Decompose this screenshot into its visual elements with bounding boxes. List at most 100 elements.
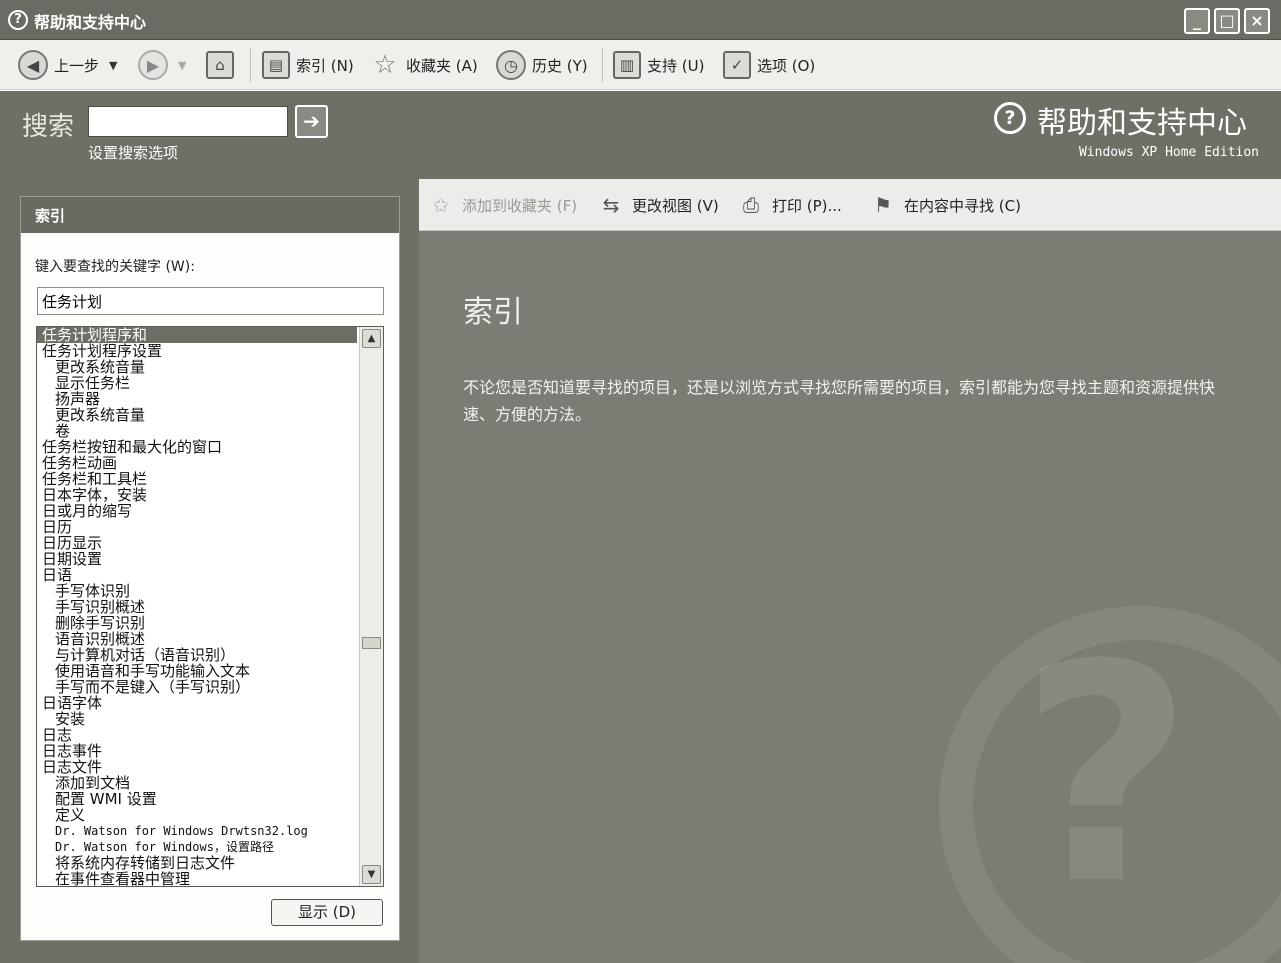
find-in-content-button[interactable]: ⚑ 在内容中寻找 (C) [869,189,1021,221]
search-header: 搜索 ➔ 设置搜索选项 ? 帮助和支持中心 Windows XP Home Ed… [0,91,1281,179]
index-list-item[interactable]: 日历显示 [37,535,357,551]
back-label: 上一步 [54,56,100,75]
index-list-item[interactable]: 手写而不是键入（手写识别） [37,679,357,695]
search-input[interactable] [88,106,288,137]
index-list-item[interactable]: Dr. Watson for Windows，设置路径 [37,839,357,855]
history-button[interactable]: ◷ 历史 (Y) [496,49,588,81]
index-pane-title: 索引 [21,197,399,233]
support-label: 支持 (U) [647,56,705,75]
favorites-button[interactable]: ☆ 收藏夹 (A) [370,49,478,81]
index-list-item[interactable]: 卷 [37,423,357,439]
back-button[interactable]: ◀ 上一步 ▼ [18,49,117,81]
title-bar: ? 帮助和支持中心 _ □ × [0,0,1281,40]
content-area: ? 索引 不论您是否知道要寻找的项目，还是以浏览方式寻找您所需要的项目，索引都能… [419,231,1281,963]
maximize-button[interactable]: □ [1214,8,1240,34]
search-options-link[interactable]: 设置搜索选项 [88,142,178,163]
brand-subtitle: Windows XP Home Edition [1078,145,1259,160]
index-list-item[interactable]: Dr. Watson for Windows Drwtsn32.log [37,823,357,839]
index-list-item[interactable]: 日志事件 [37,743,357,759]
index-scrollbar[interactable]: ▲ ▼ [359,327,383,886]
scroll-thumb[interactable] [362,637,381,649]
index-list-item[interactable]: 配置 WMI 设置 [37,791,357,807]
index-list-items: 任务计划程序和 任务计划程序设置 更改系统音量 显示任务栏 扬声器 更改系统音量卷任务栏按… [37,327,357,886]
index-list-item[interactable]: 手写体识别 [37,583,357,599]
index-list-item[interactable]: 使用语音和手写功能输入文本 [37,663,357,679]
index-list-item[interactable]: 任务计划程序设置 [37,343,357,359]
index-list-item[interactable]: 任务栏动画 [37,455,357,471]
index-list-item[interactable]: 删除手写识别 [37,615,357,631]
help-icon: ? [8,10,28,30]
back-dropdown-icon[interactable]: ▼ [109,59,117,72]
index-list-item[interactable]: 扬声器 [37,391,357,407]
index-pane: 索引 键入要查找的关键字 (W): 任务计划程序和任务计划程序设置更改系统音量显… [20,196,400,941]
search-go-button[interactable]: ➔ [295,105,328,138]
add-to-favorites-button[interactable]: ✩ 添加到收藏夹 (F) [427,189,578,221]
forward-arrow-icon: ▶ [138,50,168,80]
support-button[interactable]: ▥ 支持 (U) [613,49,704,81]
options-label: 选项 (O) [757,56,816,75]
content-toolbar: ✩ 添加到收藏夹 (F) ⇆ 更改视图 (V) ⎙ 打印 (P)... ⚑ 在内… [419,179,1281,231]
index-list-item[interactable]: 任务计划程序和 [37,327,357,343]
toolbar-divider [602,48,603,82]
index-list-item[interactable]: 日志文件 [37,759,357,775]
index-list-item[interactable]: 日语 [37,567,357,583]
back-arrow-icon: ◀ [18,50,48,80]
index-list-item[interactable]: 定义 [37,807,357,823]
scroll-up-icon[interactable]: ▲ [362,329,381,348]
print-button[interactable]: ⎙ 打印 (P)... [737,189,842,221]
home-icon: ⌂ [206,51,234,79]
change-view-icon: ⇆ [602,193,620,217]
question-watermark-icon: ? [1019,601,1194,950]
index-list-item[interactable]: 日或月的缩写 [37,503,357,519]
index-list-item[interactable]: 更改系统音量 [37,359,357,375]
keyword-input[interactable] [37,287,384,315]
options-button[interactable]: ✓ 选项 (O) [723,49,815,81]
home-button[interactable]: ⌂ [206,49,234,81]
index-list-item[interactable]: 日志 [37,727,357,743]
window-title: 帮助和支持中心 [34,13,147,32]
main-toolbar: ◀ 上一步 ▼ ▶ ▼ ⌂ ▤ 索引 (N) ☆ 收藏夹 (A) ◷ 历史 (Y… [0,40,1281,90]
close-button[interactable]: × [1244,8,1270,34]
index-list-item[interactable]: 在事件查看器中管理 [37,871,357,886]
index-list-item[interactable]: 日历 [37,519,357,535]
content-title: 索引 [463,295,523,330]
toolbar-divider [250,48,251,82]
scroll-down-icon[interactable]: ▼ [362,865,381,884]
support-icon: ▥ [613,51,641,79]
keyword-label: 键入要查找的关键字 (W): [35,259,195,275]
history-clock-icon: ◷ [496,50,526,80]
index-list-item[interactable]: 将系统内存转储到日志文件 [37,855,357,871]
index-list-item[interactable]: 添加到文档 [37,775,357,791]
minimize-button[interactable]: _ [1184,8,1210,34]
add-to-favorites-label: 添加到收藏夹 (F) [462,196,578,215]
find-flag-icon: ⚑ [874,193,892,217]
index-list-item[interactable]: 日语字体 [37,695,357,711]
index-list-item[interactable]: 与计算机对话（语音识别） [37,647,357,663]
find-in-content-label: 在内容中寻找 (C) [904,196,1021,215]
index-list-item[interactable]: 任务栏和工具栏 [37,471,357,487]
index-list-item[interactable]: 日期设置 [37,551,357,567]
star-icon: ☆ [373,50,397,80]
show-button[interactable]: 显示 (D) [271,899,383,926]
arrow-right-icon: ➔ [303,109,320,133]
index-list-item[interactable]: 更改系统音量 [37,407,357,423]
change-view-button[interactable]: ⇆ 更改视图 (V) [597,189,719,221]
index-list-item[interactable]: 手写识别概述 [37,599,357,615]
index-list-item[interactable]: 日本字体，安装 [37,487,357,503]
left-pane-container: 索引 键入要查找的关键字 (W): 任务计划程序和任务计划程序设置更改系统音量显… [0,179,419,963]
index-list-item[interactable]: 安装 [37,711,357,727]
index-list-item[interactable]: 显示任务栏 [37,375,357,391]
forward-button[interactable]: ▶ ▼ [138,49,186,81]
index-list[interactable]: 任务计划程序和 任务计划程序设置 更改系统音量 显示任务栏 扬声器 更改系统音量卷任务栏按… [36,326,384,887]
change-view-label: 更改视图 (V) [632,196,719,215]
index-list-item[interactable]: 语音识别概述 [37,631,357,647]
index-label: 索引 (N) [296,56,354,75]
index-list-item[interactable]: 任务栏按钮和最大化的窗口 [37,439,357,455]
index-button[interactable]: ▤ 索引 (N) [262,49,354,81]
history-label: 历史 (Y) [532,56,588,75]
checklist-icon: ✓ [723,51,751,79]
content-description: 不论您是否知道要寻找的项目，还是以浏览方式寻找您所需要的项目，索引都能为您寻找主… [463,378,1216,424]
favorites-label: 收藏夹 (A) [406,56,478,75]
brand-title: 帮助和支持中心 [1037,106,1247,141]
forward-dropdown-icon[interactable]: ▼ [178,59,186,72]
